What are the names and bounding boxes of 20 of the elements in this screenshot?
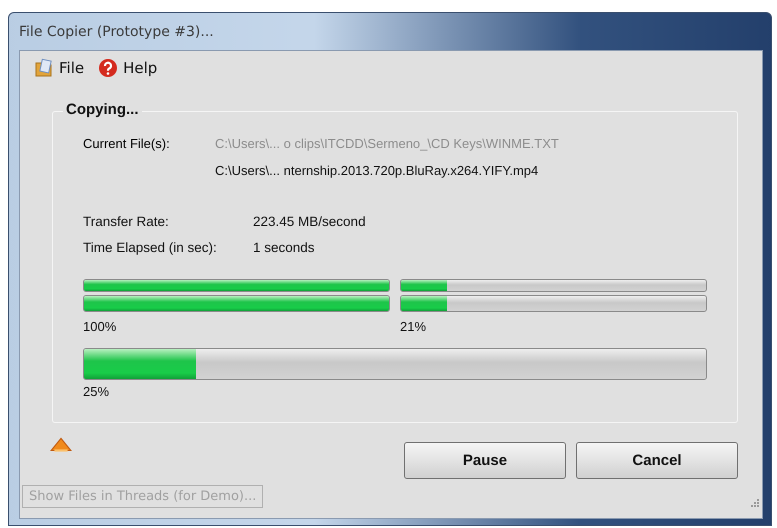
file-path: C:\Users\... o clips\ITCDD\Sermeno_\CD Keys\WINME.TXT <box>215 136 559 151</box>
percent-label: 21% <box>400 319 428 334</box>
dialog-button[interactable]: Cancel <box>576 442 738 479</box>
menu-item[interactable]: File <box>34 58 84 78</box>
stat-label: Transfer Rate: <box>83 214 170 229</box>
dialog-button[interactable]: Pause <box>404 442 566 479</box>
percent-label: 100% <box>83 319 118 334</box>
stat-value: 223.45 MB/second <box>253 214 367 229</box>
resize-grip-icon[interactable] <box>750 498 760 508</box>
help-icon <box>98 58 118 78</box>
collapse-arrow-icon[interactable] <box>50 437 72 453</box>
file-path: C:\Users\... nternship.2013.720p.BluRay.x264.YIFY.mp4 <box>215 163 540 178</box>
window-title: File Copier (Prototype #3)... <box>19 24 214 40</box>
folder-icon <box>34 58 54 78</box>
menu-item[interactable]: Help <box>98 58 158 78</box>
stat-value: 1 seconds <box>253 240 316 255</box>
group-title: Copying... <box>63 101 142 118</box>
percent-label: 25% <box>83 384 110 399</box>
stat-label: Time Elapsed (in sec): <box>83 240 218 255</box>
current-files-label: Current File(s): <box>83 136 171 153</box>
